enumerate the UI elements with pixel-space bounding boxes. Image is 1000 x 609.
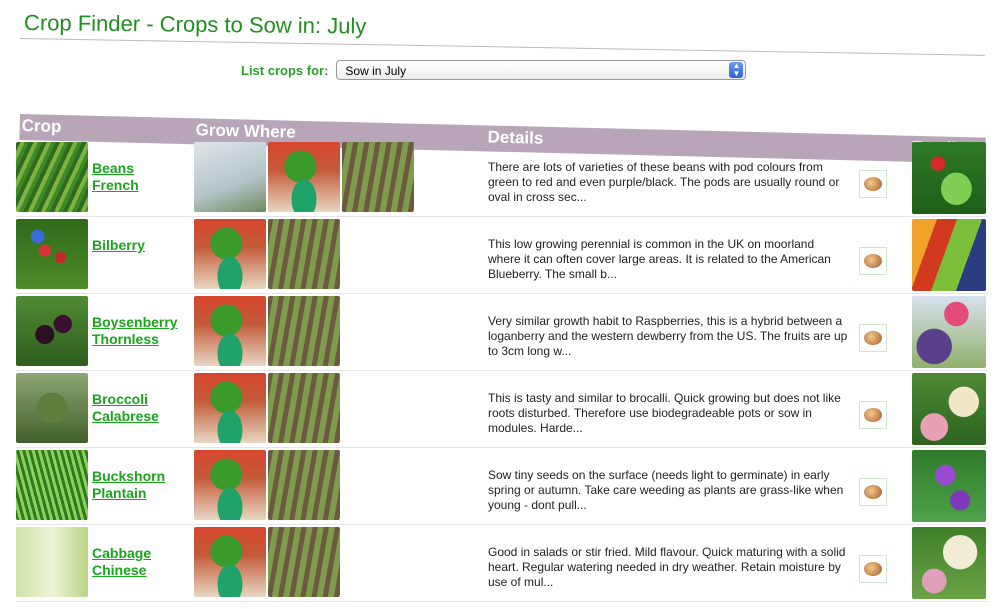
details-more-icon[interactable] xyxy=(859,478,887,506)
crop-name-line1: Beans xyxy=(92,160,135,176)
crop-name-line2: French xyxy=(92,177,139,193)
title-divider xyxy=(19,38,985,56)
crop-link-cabbage-chinese[interactable]: Cabbage Chinese xyxy=(92,545,151,579)
select-arrows-icon[interactable]: ▲ ▼ xyxy=(729,62,744,78)
crop-link-broccoli-calabrese[interactable]: Broccoli Calabrese xyxy=(92,391,159,425)
crop-list: Beans French There are lots of varieties… xyxy=(16,140,988,602)
details-more-icon[interactable] xyxy=(859,170,887,198)
grow-container-icon[interactable] xyxy=(194,219,266,289)
crop-row-beans-french: Beans French There are lots of varieties… xyxy=(16,140,988,217)
details-more-icon[interactable] xyxy=(859,324,887,352)
crop-details: Sow tiny seeds on the surface (needs lig… xyxy=(488,468,844,512)
family-plantain-icon[interactable] xyxy=(912,450,986,522)
crop-row-buckshorn-plantain: Buckshorn Plantain Sow tiny seeds on the… xyxy=(16,448,988,525)
crop-link-bilberry[interactable]: Bilberry xyxy=(92,237,145,254)
crop-photo-bilberry[interactable] xyxy=(16,219,88,289)
crop-row-boysenberry-thornless: Boysenberry Thornless Very similar growt… xyxy=(16,294,988,371)
crop-photo-beans[interactable] xyxy=(16,142,88,212)
crop-name-line1: Boysenberry xyxy=(92,314,178,330)
crop-details: This low growing perennial is common in … xyxy=(488,237,831,281)
crop-photo-buckshorn[interactable] xyxy=(16,450,88,520)
crop-filter: List crops for: Sow in July ▲ ▼ xyxy=(241,60,747,80)
grow-open-ground-icon[interactable] xyxy=(268,373,340,443)
crop-row-bilberry: Bilberry This low growing perennial is c… xyxy=(16,217,988,294)
page-title: Crop Finder - Crops to Sow in: July xyxy=(23,10,367,39)
crop-name-line1: Bilberry xyxy=(92,237,145,253)
details-more-icon[interactable] xyxy=(859,401,887,429)
crop-link-boysenberry-thornless[interactable]: Boysenberry Thornless xyxy=(92,314,178,348)
grow-open-ground-icon[interactable] xyxy=(342,142,414,212)
family-legume-icon[interactable] xyxy=(912,142,986,214)
crop-name-line1: Buckshorn xyxy=(92,468,166,484)
crop-details: There are lots of varieties of these bea… xyxy=(488,160,840,204)
crop-photo-cabbage[interactable] xyxy=(16,527,88,597)
sow-month-select[interactable]: Sow in July ▲ ▼ xyxy=(336,60,747,80)
grow-open-ground-icon[interactable] xyxy=(268,450,340,520)
family-brassica-icon[interactable] xyxy=(912,527,986,599)
details-more-icon[interactable] xyxy=(859,247,887,275)
grow-open-ground-icon[interactable] xyxy=(268,527,340,597)
sow-month-selected-value: Sow in July xyxy=(345,64,407,78)
grow-container-icon[interactable] xyxy=(194,527,266,597)
crop-row-cabbage-chinese: Cabbage Chinese Good in salads or stir f… xyxy=(16,525,988,602)
grow-container-icon[interactable] xyxy=(194,373,266,443)
column-crop: Crop xyxy=(21,116,62,137)
grow-open-ground-icon[interactable] xyxy=(268,296,340,366)
grow-open-ground-icon[interactable] xyxy=(268,219,340,289)
crop-photo-broccoli[interactable] xyxy=(16,373,88,443)
family-heath-icon[interactable] xyxy=(912,219,986,291)
filter-label: List crops for: xyxy=(241,62,329,78)
grow-greenhouse-icon[interactable] xyxy=(194,142,266,212)
crop-details: Good in salads or stir fried. Mild flavo… xyxy=(488,545,846,589)
details-more-icon[interactable] xyxy=(859,555,887,583)
family-rose-icon[interactable] xyxy=(912,296,986,368)
crop-name-line1: Broccoli xyxy=(92,391,149,407)
crop-name-line2: Calabrese xyxy=(92,408,159,424)
crop-details: Very similar growth habit to Raspberries… xyxy=(488,314,848,358)
crop-name-line2: Thornless xyxy=(92,331,159,347)
crop-link-buckshorn-plantain[interactable]: Buckshorn Plantain xyxy=(92,468,165,502)
grow-container-icon[interactable] xyxy=(194,296,266,366)
crop-link-beans-french[interactable]: Beans French xyxy=(92,160,139,194)
crop-photo-boysenberry[interactable] xyxy=(16,296,88,366)
grow-container-icon[interactable] xyxy=(194,450,266,520)
crop-name-line2: Chinese xyxy=(92,562,147,578)
crop-name-line1: Cabbage xyxy=(92,545,152,561)
crop-name-line2: Plantain xyxy=(92,485,147,501)
crop-details: This is tasty and similar to brocalli. Q… xyxy=(488,391,841,435)
grow-container-icon[interactable] xyxy=(268,142,340,212)
crop-row-broccoli-calabrese: Broccoli Calabrese This is tasty and sim… xyxy=(16,371,988,448)
family-brassica-icon[interactable] xyxy=(912,373,986,445)
